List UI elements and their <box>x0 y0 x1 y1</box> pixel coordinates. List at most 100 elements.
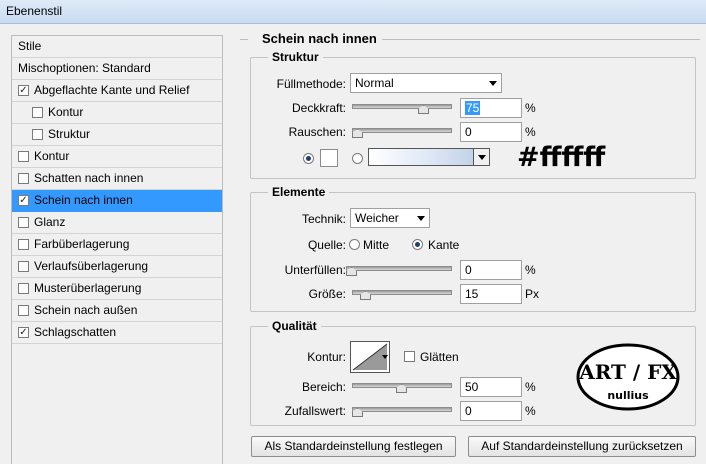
style-checkbox[interactable] <box>18 239 29 250</box>
color-swatch[interactable] <box>320 149 338 167</box>
opacity-slider[interactable] <box>352 100 452 114</box>
style-list-label: Abgeflachte Kante und Relief <box>34 83 190 97</box>
style-checkbox[interactable] <box>18 173 29 184</box>
choke-input[interactable]: 0 <box>460 260 522 280</box>
panel-heading: Schein nach innen <box>260 31 379 46</box>
source-center-radio[interactable] <box>349 239 360 250</box>
art-fx-logo: ART / FX nullius <box>576 343 680 411</box>
choke-unit: % <box>525 263 536 277</box>
style-list-item[interactable]: Stile <box>12 36 222 58</box>
style-checkbox[interactable] <box>18 305 29 316</box>
anti-alias-label: Glätten <box>420 350 459 364</box>
opacity-input[interactable]: 75 <box>460 98 522 118</box>
opacity-value: 75 <box>465 101 481 115</box>
style-list-item[interactable]: Farbüberlagerung <box>12 234 222 256</box>
heading-rule-left <box>240 39 248 40</box>
title-bar: Ebenenstil <box>0 0 706 24</box>
style-checkbox[interactable] <box>18 261 29 272</box>
style-list-item[interactable]: Schatten nach innen <box>12 168 222 190</box>
style-list-label: Verlaufsüberlagerung <box>34 259 149 273</box>
styles-list: Stile Mischoptionen: Standard Abgeflachte … <box>11 35 223 464</box>
size-label: Größe: <box>308 287 346 301</box>
choke-slider[interactable] <box>346 262 452 276</box>
style-checkbox[interactable] <box>18 217 29 228</box>
technique-value: Weicher <box>355 211 399 225</box>
style-checkbox[interactable] <box>18 151 29 162</box>
jitter-input[interactable]: 0 <box>460 401 522 421</box>
slider-track <box>352 128 452 133</box>
style-list-item[interactable]: Struktur <box>12 124 222 146</box>
style-list-item[interactable]: Verlaufsüberlagerung <box>12 256 222 278</box>
chevron-down-icon <box>478 155 486 160</box>
style-list-item[interactable]: Schlagschatten <box>12 322 222 344</box>
style-checkbox[interactable] <box>32 129 43 140</box>
style-list-label: Stile <box>18 39 42 53</box>
source-edge-radio[interactable] <box>412 239 423 250</box>
jitter-slider[interactable] <box>352 403 452 417</box>
set-default-button[interactable]: Als Standardeinstellung festlegen <box>251 436 456 457</box>
qualitaet-title: Qualität <box>268 319 321 333</box>
gradient-radio[interactable] <box>352 153 363 164</box>
style-list-item[interactable]: Schein nach innen <box>12 190 222 212</box>
color-radio[interactable] <box>303 153 314 164</box>
style-checkbox[interactable] <box>32 107 43 118</box>
noise-input[interactable]: 0 <box>460 122 522 142</box>
style-checkbox[interactable] <box>18 195 29 206</box>
style-checkbox[interactable] <box>18 283 29 294</box>
style-checkbox[interactable] <box>18 327 29 338</box>
gradient-dropdown-button[interactable] <box>473 149 489 165</box>
style-list-item[interactable]: Abgeflachte Kante und Relief <box>12 80 222 102</box>
elemente-title: Elemente <box>268 185 330 199</box>
gradient-picker[interactable] <box>368 148 490 166</box>
style-list-label: Kontur <box>48 105 84 119</box>
style-list-item[interactable]: Glanz <box>12 212 222 234</box>
jitter-label: Zufallswert: <box>284 404 346 418</box>
technique-select[interactable]: Weicher <box>350 208 430 228</box>
logo-text-top: ART / FX <box>578 360 677 384</box>
size-value: 15 <box>465 287 479 301</box>
style-checkbox[interactable] <box>18 85 29 96</box>
logo-text-bottom: nullius <box>607 389 649 402</box>
choke-value: 0 <box>465 263 472 277</box>
jitter-unit: % <box>525 404 536 418</box>
blend-mode-select[interactable]: Normal <box>350 73 502 93</box>
style-list-item[interactable]: Kontur <box>12 146 222 168</box>
range-slider[interactable] <box>352 379 452 393</box>
noise-label: Rauschen: <box>288 125 346 139</box>
style-list-label: Struktur <box>48 127 91 141</box>
style-list-label: Farbüberlagerung <box>34 237 130 251</box>
reset-default-button[interactable]: Auf Standardeinstellung zurücksetzen <box>468 436 696 457</box>
chevron-down-icon <box>417 216 425 221</box>
size-slider[interactable] <box>352 286 452 300</box>
chevron-down-icon[interactable] <box>382 355 388 359</box>
technique-label: Technik: <box>301 212 346 226</box>
style-list-label: Mischoptionen: Standard <box>18 61 151 75</box>
style-list-item[interactable]: Mischoptionen: Standard <box>12 58 222 80</box>
heading-rule-right <box>382 39 700 40</box>
size-unit: Px <box>525 287 540 301</box>
noise-unit: % <box>525 125 536 139</box>
slider-track <box>352 104 452 109</box>
style-list-label: Schein nach innen <box>34 193 133 207</box>
jitter-value: 0 <box>465 404 472 418</box>
style-list-item[interactable]: Musterüberlagerung <box>12 278 222 300</box>
style-list-label: Schatten nach innen <box>34 171 144 185</box>
source-label: Quelle: <box>307 238 346 252</box>
slider-track <box>352 407 452 412</box>
style-list-item[interactable]: Kontur <box>12 102 222 124</box>
window-title: Ebenenstil <box>6 4 63 18</box>
style-list-label: Schlagschatten <box>34 325 117 339</box>
opacity-label: Deckkraft: <box>291 101 346 115</box>
range-input[interactable]: 50 <box>460 377 522 397</box>
style-list-label: Musterüberlagerung <box>34 281 142 295</box>
source-center-label: Mitte <box>363 238 390 252</box>
blend-mode-value: Normal <box>355 76 394 90</box>
chevron-down-icon <box>489 81 497 86</box>
noise-slider[interactable] <box>352 124 452 138</box>
range-unit: % <box>525 380 536 394</box>
style-list-item[interactable]: Schein nach außen <box>12 300 222 322</box>
anti-alias-checkbox[interactable] <box>404 351 415 362</box>
style-list-label: Schein nach außen <box>34 303 138 317</box>
source-edge-label: Kante <box>428 238 460 252</box>
size-input[interactable]: 15 <box>460 284 522 304</box>
